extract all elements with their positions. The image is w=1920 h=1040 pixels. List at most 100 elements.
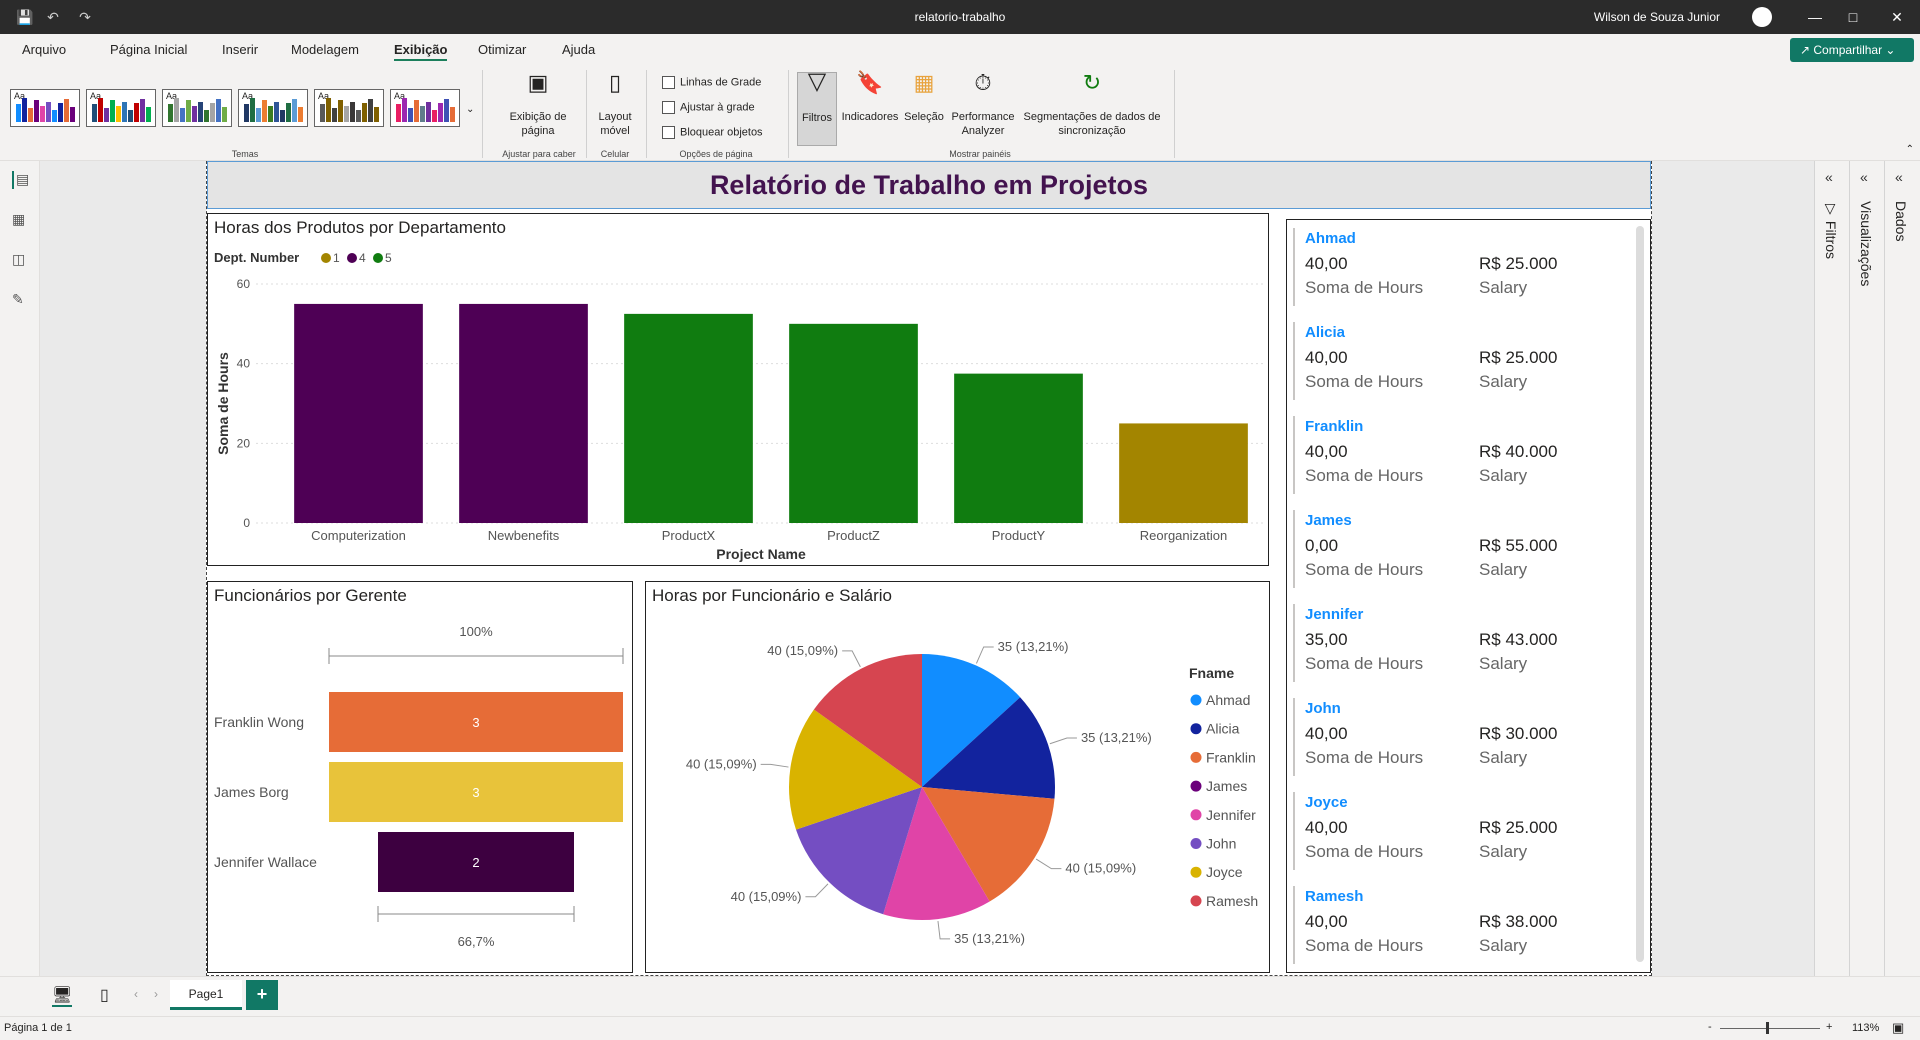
theme-tile[interactable]: Aa [238, 89, 308, 127]
collapse-ribbon-icon[interactable]: ⌃ [1906, 144, 1914, 155]
expand-data-icon[interactable]: « [1895, 169, 1903, 185]
theme-tile[interactable]: Aa [86, 89, 156, 127]
snap-to-grid-checkbox[interactable]: Ajustar à grade [662, 101, 755, 114]
bar [459, 303, 588, 523]
menu-arquivo[interactable]: Arquivo [22, 42, 66, 57]
avatar[interactable] [1752, 7, 1772, 27]
legend-label: 4 [359, 251, 366, 265]
theme-tile[interactable]: Aa [390, 89, 460, 127]
pie-leader-line [1049, 737, 1077, 745]
prev-page-icon[interactable]: ‹ [134, 987, 138, 1001]
sync-slicers-button[interactable]: ↻ Segmentações de dados de sincronização [1020, 72, 1164, 138]
card-hours-label: Soma de Hours [1305, 278, 1424, 297]
dax-query-icon[interactable]: ✎ [12, 291, 30, 309]
mobile-layout-button[interactable]: ▯ Layout móvel [590, 72, 640, 138]
menu-modelagem[interactable]: Modelagem [291, 42, 359, 57]
mobile-layout-icon[interactable]: ▯ [100, 985, 109, 1005]
fit-page-icon[interactable]: ▣ [1892, 1020, 1904, 1036]
expand-visualizations-icon[interactable]: « [1860, 169, 1868, 185]
theme-swatch [320, 104, 325, 122]
theme-tile[interactable]: Aa [10, 89, 80, 127]
menu-inserir[interactable]: Inserir [222, 42, 258, 57]
theme-expand-icon[interactable]: ⌄ [466, 104, 474, 115]
card-salary-value: R$ 25.000 [1479, 254, 1558, 273]
close-icon[interactable]: ✕ [1886, 6, 1908, 28]
data-pane-label: Dados [1893, 201, 1909, 242]
lock-objects-checkbox[interactable]: Bloquear objetos [662, 126, 763, 139]
zoom-in-button[interactable]: + [1826, 1021, 1832, 1033]
menu-pagina-inicial[interactable]: Página Inicial [110, 42, 187, 57]
bookmarks-pane-button[interactable]: 🔖 Indicadores [840, 72, 900, 124]
pie-legend-marker [1190, 866, 1202, 878]
card-scrollbar[interactable] [1636, 226, 1644, 962]
add-page-button[interactable]: + [246, 980, 278, 1010]
menu-otimizar[interactable]: Otimizar [478, 42, 526, 57]
pie-data-label: 40 (15,09%) [686, 756, 757, 771]
card-salary-label: Salary [1479, 560, 1528, 579]
gridlines-checkbox[interactable]: Linhas de Grade [662, 76, 761, 89]
performance-analyzer-button[interactable]: ⏱ Performance Analyzer [946, 72, 1020, 138]
bookmarks-pane-label: Indicadores [841, 111, 899, 123]
selection-icon: ▦ [913, 70, 935, 95]
selection-pane-button[interactable]: ▦ Seleção [902, 70, 946, 124]
zoom-slider-thumb[interactable] [1766, 1022, 1769, 1034]
funnel-chart-visual[interactable]: Funcionários por Gerente 100% 3 Franklin W… [207, 581, 633, 973]
pie-data-label: 35 (13,21%) [954, 931, 1025, 946]
menu-exibicao[interactable]: Exibição [394, 42, 448, 61]
theme-tile[interactable]: Aa [162, 89, 232, 127]
visualizations-pane[interactable]: « Visualizações [1849, 161, 1884, 976]
theme-swatch [396, 104, 401, 122]
theme-swatch [420, 106, 425, 122]
filters-pane[interactable]: « ▽ Filtros [1814, 161, 1849, 976]
expand-filters-icon[interactable]: « [1825, 169, 1833, 185]
card-row: James 0,00 R$ 55.000 Soma de Hours Salary [1287, 502, 1637, 596]
theme-swatch [298, 107, 303, 122]
data-pane[interactable]: « Dados [1884, 161, 1919, 976]
card-row-accent [1293, 886, 1295, 964]
card-employee-name: Ahmad [1305, 230, 1356, 247]
card-salary-label: Salary [1479, 466, 1528, 485]
filter-icon: ▽ [807, 68, 827, 95]
menu-ajuda[interactable]: Ajuda [562, 42, 595, 57]
pie-leader-line [842, 650, 861, 668]
theme-swatch [40, 106, 45, 122]
theme-swatch [350, 102, 355, 122]
page-tab-page1[interactable]: Page1 [170, 980, 242, 1010]
card-salary-value: R$ 30.000 [1479, 724, 1558, 743]
theme-swatch [140, 99, 145, 122]
next-page-icon[interactable]: › [154, 987, 158, 1001]
minimize-icon[interactable]: — [1804, 6, 1826, 28]
maximize-icon[interactable]: □ [1842, 6, 1864, 28]
table-view-icon[interactable]: ▦ [12, 211, 30, 229]
y-tick-label: 20 [237, 436, 251, 450]
theme-swatch [70, 107, 75, 122]
card-salary-label: Salary [1479, 842, 1528, 861]
pie-legend-marker [1190, 780, 1202, 792]
zoom-slider[interactable] [1720, 1028, 1820, 1029]
multi-row-card-visual[interactable]: Ahmad 40,00 R$ 25.000 Soma de Hours Salary Al… [1286, 219, 1651, 973]
y-axis-label: Soma de Hours [215, 352, 231, 455]
legend-label: 1 [333, 251, 340, 265]
status-bar: Página 1 de 1 - + 113% ▣ [0, 1016, 1920, 1040]
bar-chart-visual[interactable]: Horas dos Produtos por Departamento Dept… [207, 213, 1269, 566]
page-view-button[interactable]: ▣ Exibição de página [496, 72, 580, 138]
pie-chart-visual[interactable]: Horas por Funcionário e Salário 35 (13,2… [645, 581, 1270, 973]
pie-legend-label: Franklin [1206, 749, 1256, 765]
desktop-layout-icon[interactable]: 🖥 [52, 985, 73, 1007]
theme-swatch [198, 102, 203, 122]
page-count: Página 1 de 1 [4, 1022, 72, 1034]
share-button[interactable]: ↗ Compartilhar ⌄ [1790, 38, 1914, 62]
theme-swatch [204, 110, 209, 122]
theme-swatch [286, 103, 291, 122]
filters-pane-button[interactable]: ▽ Filtros [797, 68, 837, 146]
card-row-accent [1293, 510, 1295, 588]
card-row: Jennifer 35,00 R$ 43.000 Soma de Hours Salar… [1287, 596, 1637, 690]
model-view-icon[interactable]: ◫ [12, 251, 30, 269]
zoom-out-button[interactable]: - [1708, 1021, 1712, 1033]
filters-pane-label: ▽ Filtros [1823, 201, 1839, 260]
report-view-icon[interactable]: ▤ [12, 171, 30, 189]
card-hours-label: Soma de Hours [1305, 936, 1424, 955]
report-title: Relatório de Trabalho em Projetos [207, 161, 1651, 209]
theme-tile[interactable]: Aa [314, 89, 384, 127]
pie-legend-marker [1190, 694, 1202, 706]
